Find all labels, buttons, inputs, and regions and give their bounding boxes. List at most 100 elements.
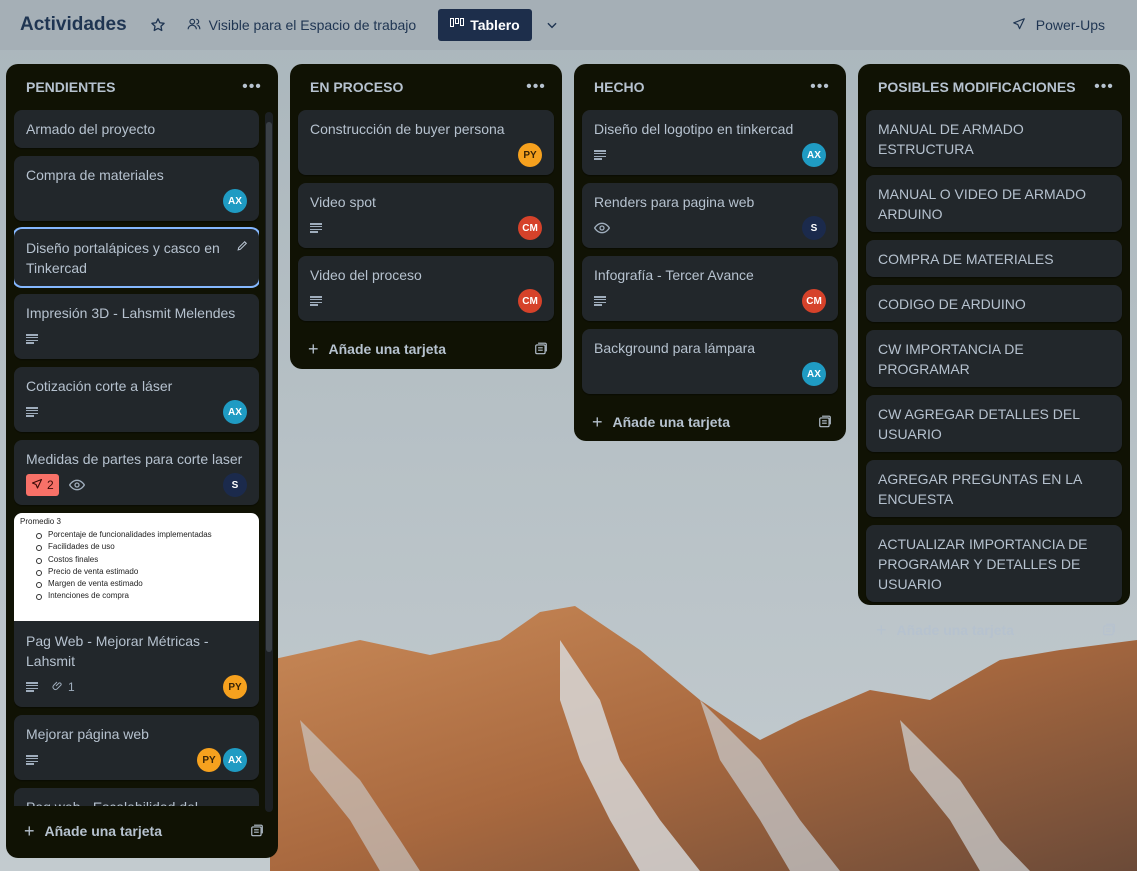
- card[interactable]: Background para lámpara AX: [582, 329, 838, 394]
- card-title: CW IMPORTANCIA DE PROGRAMAR: [878, 341, 1024, 377]
- card-title: CODIGO DE ARDUINO: [878, 296, 1026, 312]
- cover-item: Intenciones de compra: [36, 590, 253, 602]
- list-cards: Diseño del logotipo en tinkercad AX Rend…: [582, 110, 838, 394]
- eye-icon: [594, 222, 610, 234]
- list-menu-icon[interactable]: •••: [808, 78, 832, 96]
- list-menu-icon[interactable]: •••: [240, 78, 264, 96]
- list-title: HECHO: [594, 79, 645, 95]
- add-card-button[interactable]: + Añade una tarjeta: [298, 329, 554, 369]
- list-hecho: HECHO ••• Diseño del logotipo en tinkerc…: [574, 64, 846, 441]
- card[interactable]: AGREGAR PREGUNTAS EN LA ENCUESTA: [866, 460, 1122, 517]
- card-title: Compra de materiales: [26, 167, 164, 183]
- card-title: Diseño portalápices y casco en Tinkercad: [26, 240, 220, 276]
- avatar[interactable]: S: [802, 216, 826, 240]
- avatar[interactable]: CM: [802, 289, 826, 313]
- card[interactable]: MANUAL DE ARMADO ESTRUCTURA: [866, 110, 1122, 167]
- add-card-label: Añade una tarjeta: [612, 414, 730, 430]
- template-icon[interactable]: [534, 342, 548, 356]
- description-icon: [26, 755, 38, 765]
- card[interactable]: Armado del proyecto: [14, 110, 259, 148]
- card[interactable]: CW IMPORTANCIA DE PROGRAMAR: [866, 330, 1122, 387]
- cover-heading: Promedio 3: [20, 517, 61, 526]
- card[interactable]: Promedio 3 Porcentaje de funcionalidades…: [14, 513, 259, 707]
- board-title[interactable]: Actividades: [20, 14, 127, 36]
- card[interactable]: ACTUALIZAR IMPORTANCIA DE PROGRAMAR Y DE…: [866, 525, 1122, 602]
- card-title: Video spot: [310, 194, 376, 210]
- card[interactable]: Infografía - Tercer Avance CM: [582, 256, 838, 321]
- visibility-button[interactable]: Visible para el Espacio de trabajo: [181, 13, 423, 38]
- card[interactable]: Video del proceso CM: [298, 256, 554, 321]
- card-cover-image: Promedio 3 Porcentaje de funcionalidades…: [14, 513, 259, 621]
- card[interactable]: CW AGREGAR DETALLES DEL USUARIO: [866, 395, 1122, 452]
- board-view-label: Tablero: [470, 17, 520, 33]
- list-title: POSIBLES MODIFICACIONES: [878, 79, 1076, 95]
- card[interactable]: Pag web - Escalabilidad del: [14, 788, 259, 806]
- avatar[interactable]: S: [223, 473, 247, 497]
- avatar[interactable]: PY: [223, 675, 247, 699]
- card[interactable]: Compra de materiales AX: [14, 156, 259, 221]
- card[interactable]: Mejorar página web PY AX: [14, 715, 259, 780]
- card-title: ACTUALIZAR IMPORTANCIA DE PROGRAMAR Y DE…: [878, 536, 1088, 592]
- board-view-icon: [450, 17, 465, 33]
- pencil-icon[interactable]: [236, 239, 249, 257]
- card[interactable]: Construcción de buyer persona PY: [298, 110, 554, 175]
- avatar[interactable]: CM: [518, 216, 542, 240]
- list-posibles-modificaciones: POSIBLES MODIFICACIONES ••• MANUAL DE AR…: [858, 64, 1130, 640]
- plus-icon: +: [592, 411, 603, 432]
- board-view-button[interactable]: Tablero: [438, 9, 532, 41]
- avatar[interactable]: AX: [802, 362, 826, 386]
- card[interactable]: Diseño del logotipo en tinkercad AX: [582, 110, 838, 175]
- template-icon[interactable]: [250, 824, 264, 838]
- avatar[interactable]: AX: [223, 189, 247, 213]
- avatar[interactable]: PY: [197, 748, 221, 772]
- description-icon: [26, 682, 38, 692]
- list-header: HECHO •••: [582, 64, 838, 110]
- avatar[interactable]: AX: [223, 400, 247, 424]
- card-title: Video del proceso: [310, 267, 422, 283]
- avatar[interactable]: PY: [518, 143, 542, 167]
- add-card-label: Añade una tarjeta: [44, 823, 162, 839]
- notification-badge[interactable]: 2: [26, 474, 59, 496]
- card[interactable]: Impresión 3D - Lahsmit Melendes: [14, 294, 259, 359]
- card[interactable]: CODIGO DE ARDUINO: [866, 285, 1122, 322]
- paperclip-icon: [52, 680, 64, 695]
- list-cards: MANUAL DE ARMADO ESTRUCTURA MANUAL O VID…: [866, 110, 1122, 602]
- list-cards: Armado del proyecto Compra de materiales…: [14, 110, 259, 806]
- avatar[interactable]: CM: [518, 289, 542, 313]
- add-card-button[interactable]: + Añade una tarjeta: [866, 610, 1122, 650]
- star-icon[interactable]: [145, 12, 171, 38]
- card-title: Impresión 3D - Lahsmit Melendes: [26, 305, 236, 321]
- card[interactable]: Video spot CM: [298, 183, 554, 248]
- chevron-down-icon[interactable]: [538, 11, 566, 39]
- cover-item: Costos finales: [36, 554, 253, 566]
- eye-icon: [68, 479, 85, 491]
- powerups-button[interactable]: Power-Ups: [1006, 13, 1111, 38]
- list-scrollbar[interactable]: [265, 112, 273, 812]
- list-menu-icon[interactable]: •••: [1092, 78, 1116, 96]
- card-title: CW AGREGAR DETALLES DEL USUARIO: [878, 406, 1080, 442]
- template-icon[interactable]: [818, 415, 832, 429]
- description-icon: [310, 223, 322, 233]
- add-card-button[interactable]: + Añade una tarjeta: [582, 402, 838, 442]
- list-cards: Construcción de buyer persona PY Video s…: [298, 110, 554, 321]
- card-title: Background para lámpara: [594, 340, 756, 356]
- card-title: Mejorar página web: [26, 726, 149, 742]
- card[interactable]: Medidas de partes para corte laser 2 S: [14, 440, 259, 505]
- description-icon: [594, 150, 606, 160]
- card[interactable]: COMPRA DE MATERIALES: [866, 240, 1122, 277]
- avatar[interactable]: AX: [223, 748, 247, 772]
- list-menu-icon[interactable]: •••: [524, 78, 548, 96]
- card-title: Pag Web - Mejorar Métricas - Lahsmit: [26, 633, 209, 669]
- card-title: Pag web - Escalabilidad del: [26, 797, 247, 806]
- description-icon: [310, 296, 322, 306]
- add-card-button[interactable]: + Añade una tarjeta: [14, 811, 270, 851]
- card[interactable]: Renders para pagina web S: [582, 183, 838, 248]
- card[interactable]: MANUAL O VIDEO DE ARMADO ARDUINO: [866, 175, 1122, 232]
- card-title: Construcción de buyer persona: [310, 121, 505, 137]
- list-header: POSIBLES MODIFICACIONES •••: [866, 64, 1122, 110]
- template-icon[interactable]: [1102, 623, 1116, 637]
- card[interactable]: Cotización corte a láser AX: [14, 367, 259, 432]
- rocket-icon: [1012, 17, 1026, 34]
- avatar[interactable]: AX: [802, 143, 826, 167]
- card[interactable]: Diseño portalápices y casco en Tinkercad: [14, 229, 259, 286]
